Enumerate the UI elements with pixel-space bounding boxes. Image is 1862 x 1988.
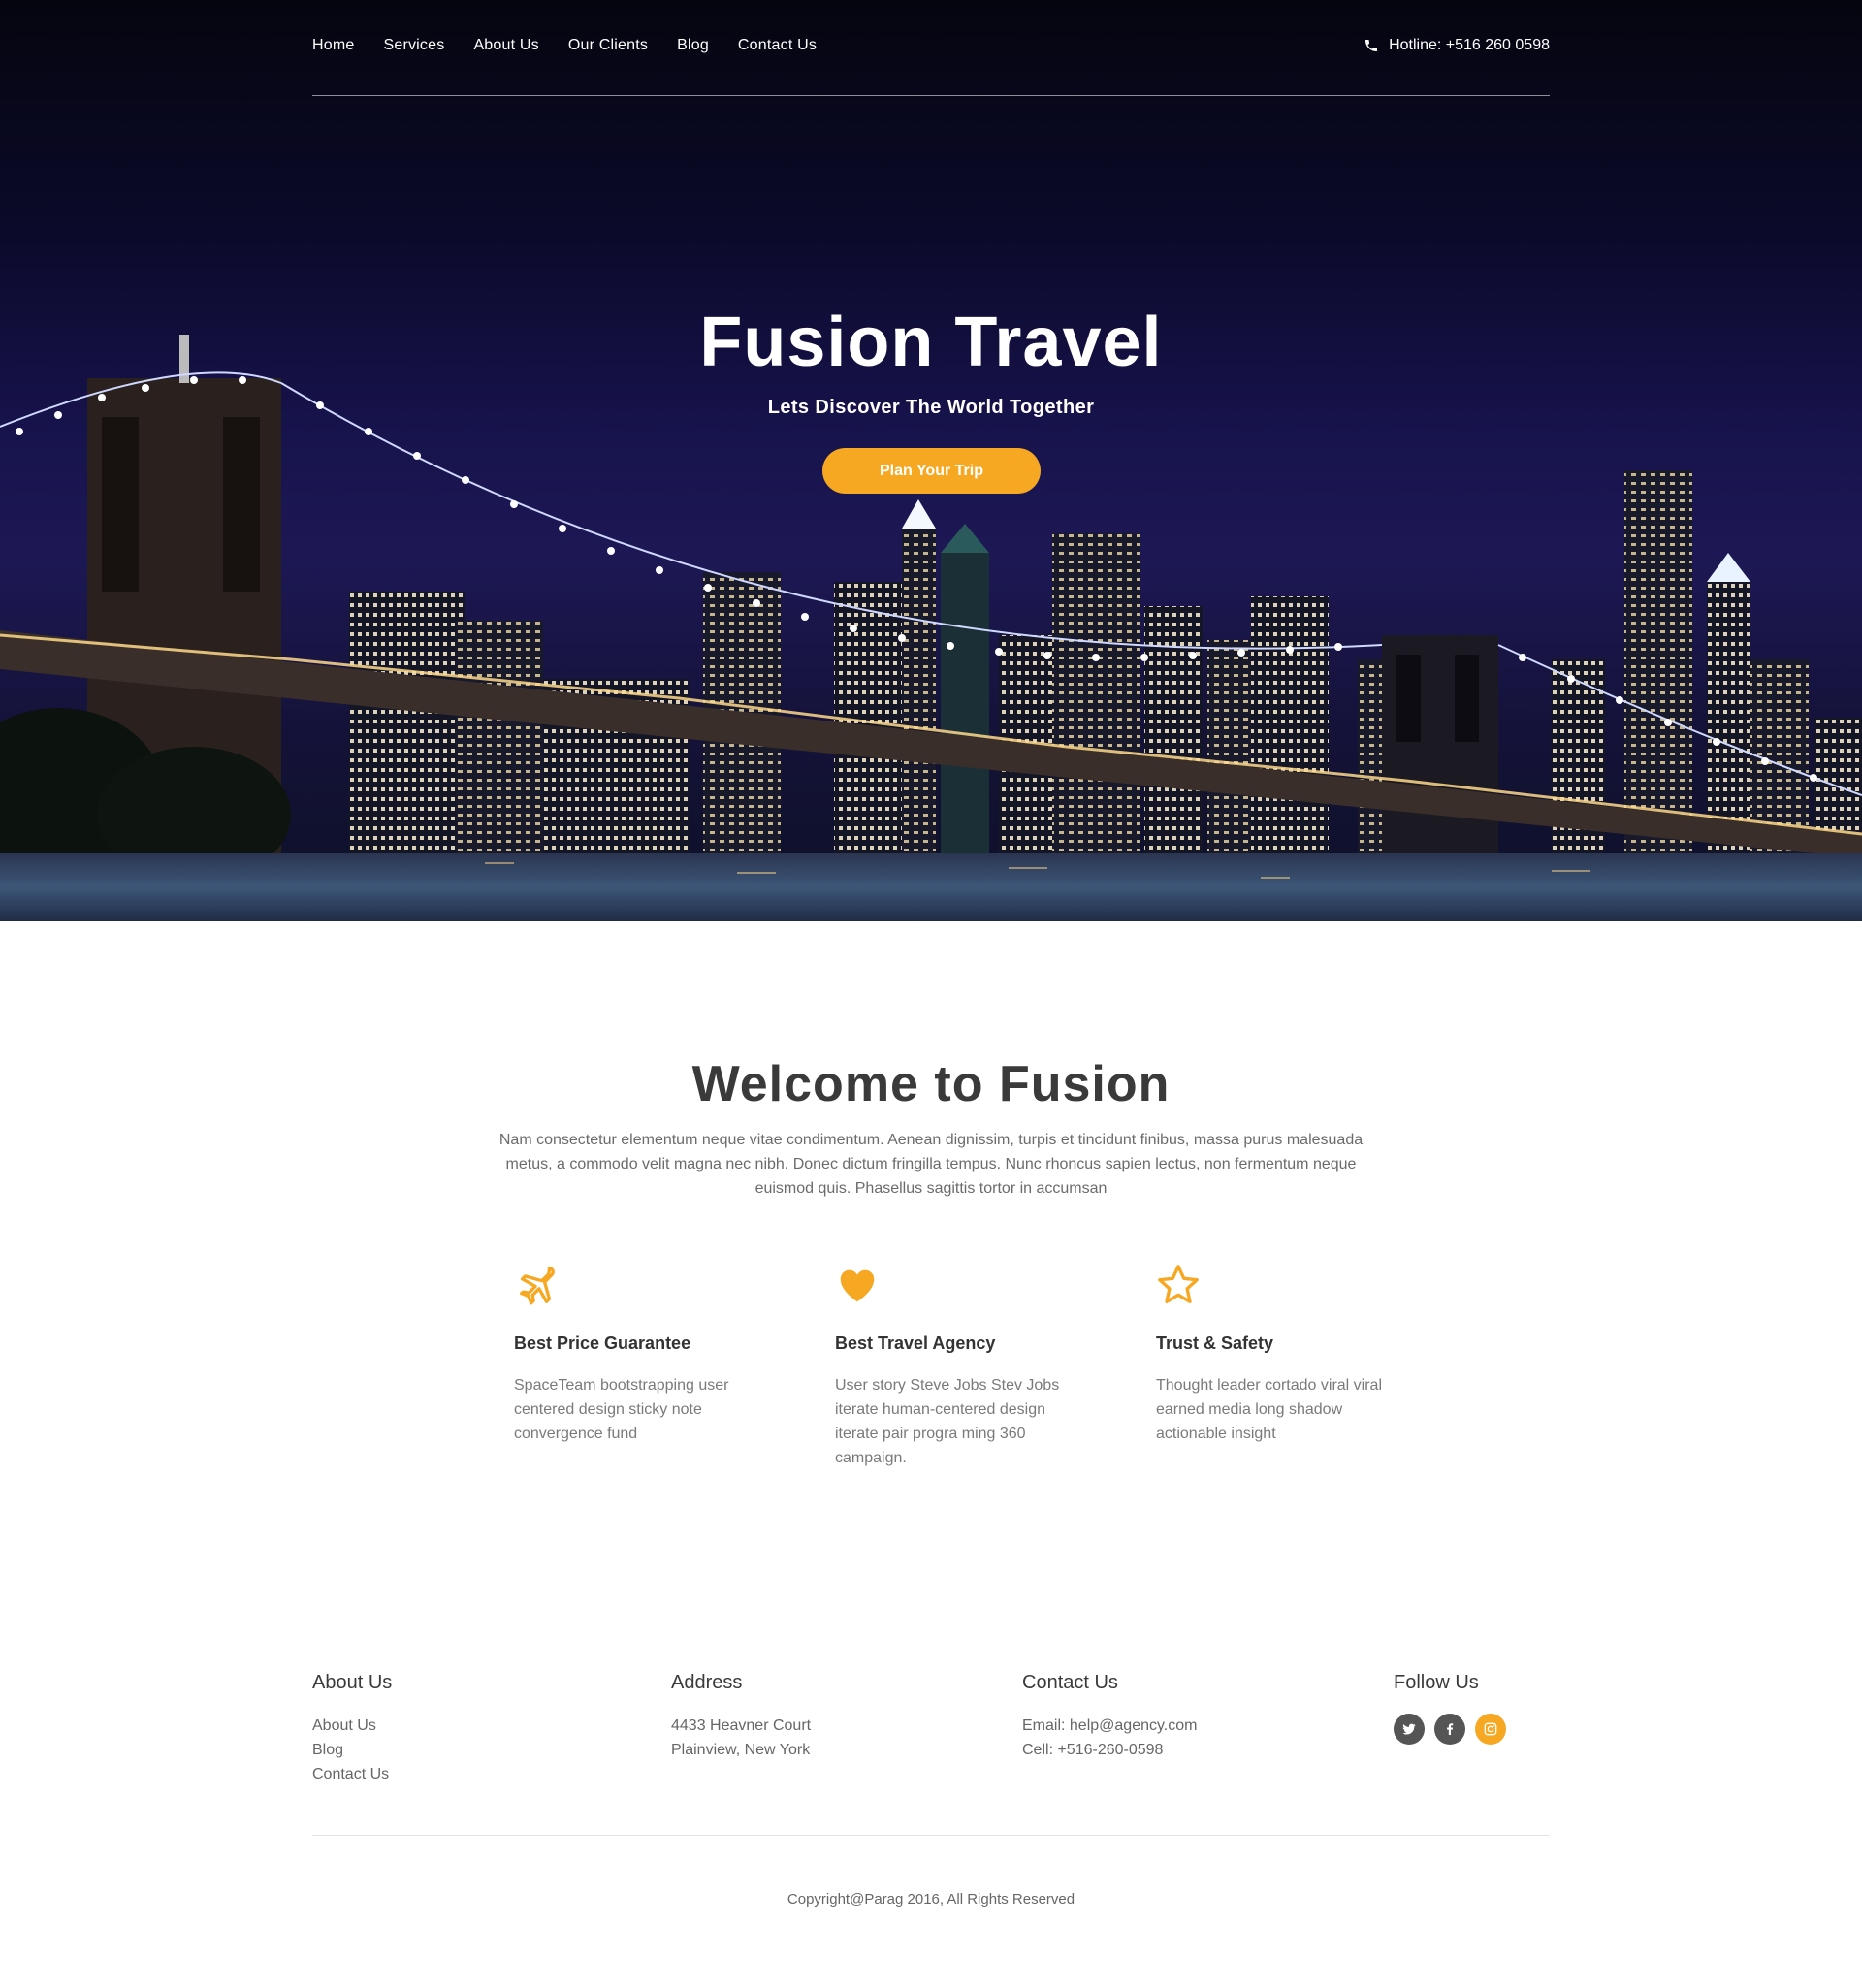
address-line: 4433 Heavner Court xyxy=(671,1717,812,1734)
footer-contact: Contact Us Email: help@agency.com Cell: … xyxy=(1022,1672,1197,1762)
nav-our-clients[interactable]: Our Clients xyxy=(568,37,648,54)
footer-divider xyxy=(312,1835,1550,1836)
top-navigation-bar: Home Services About Us Our Clients Blog … xyxy=(312,0,1550,96)
footer-address-title: Address xyxy=(671,1672,743,1693)
footer-link-contact-us[interactable]: Contact Us xyxy=(312,1766,389,1782)
main-nav: Home Services About Us Our Clients Blog … xyxy=(312,37,846,54)
footer-follow-title: Follow Us xyxy=(1394,1672,1479,1693)
copyright-text: Copyright@Parag 2016, All Rights Reserve… xyxy=(787,1891,1075,1908)
footer-about: About Us About Us Blog Contact Us xyxy=(312,1672,392,1786)
footer-address: Address 4433 Heavner Court Plainview, Ne… xyxy=(671,1672,811,1762)
hotline[interactable]: Hotline: +516 260 0598 xyxy=(1364,37,1550,54)
airplane-icon xyxy=(519,1267,555,1305)
footer-contact-title: Contact Us xyxy=(1022,1672,1118,1693)
nav-home[interactable]: Home xyxy=(312,37,354,54)
contact-email[interactable]: Email: help@agency.com xyxy=(1022,1714,1197,1738)
feature-text: User story Steve Jobs Stev Jobs iterate … xyxy=(835,1377,1060,1466)
plan-your-trip-button[interactable]: Plan Your Trip xyxy=(822,448,1041,494)
hero-subtitle: Lets Discover The World Together xyxy=(767,397,1095,418)
feature-trust-safety: Trust & Safety Thought leader cortado vi… xyxy=(1156,1263,1389,1446)
twitter-button[interactable] xyxy=(1394,1714,1425,1745)
footer-link-blog[interactable]: Blog xyxy=(312,1742,343,1758)
hotline-text: Hotline: +516 260 0598 xyxy=(1389,37,1550,53)
nav-services[interactable]: Services xyxy=(383,37,444,54)
phone-icon xyxy=(1365,40,1378,51)
contact-cell[interactable]: Cell: +516-260-0598 xyxy=(1022,1738,1197,1762)
footer-link-about-us[interactable]: About Us xyxy=(312,1717,376,1734)
feature-title: Best Price Guarantee xyxy=(514,1333,691,1353)
feature-text: Thought leader cortado viral viral earne… xyxy=(1156,1377,1383,1442)
footer-follow: Follow Us xyxy=(1394,1672,1506,1745)
instagram-icon xyxy=(1484,1722,1497,1736)
twitter-icon xyxy=(1402,1723,1416,1735)
feature-title: Best Travel Agency xyxy=(835,1333,996,1353)
star-icon xyxy=(1158,1265,1199,1303)
facebook-button[interactable] xyxy=(1434,1714,1465,1745)
address-line: Plainview, New York xyxy=(671,1742,811,1758)
nav-blog[interactable]: Blog xyxy=(677,37,709,54)
footer-about-title: About Us xyxy=(312,1672,393,1693)
feature-best-price: Best Price Guarantee SpaceTeam bootstrap… xyxy=(514,1263,747,1446)
social-links xyxy=(1394,1714,1506,1745)
heart-icon xyxy=(840,1269,875,1302)
feature-best-agency: Best Travel Agency User story Steve Jobs… xyxy=(835,1263,1068,1470)
instagram-button[interactable] xyxy=(1475,1714,1506,1745)
facebook-icon xyxy=(1447,1723,1454,1735)
feature-title: Trust & Safety xyxy=(1156,1333,1274,1353)
feature-text: SpaceTeam bootstrapping user centered de… xyxy=(514,1377,729,1442)
hero-banner: Home Services About Us Our Clients Blog … xyxy=(0,0,1862,921)
welcome-text: Nam consectetur elementum neque vitae co… xyxy=(498,1132,1364,1197)
welcome-title: Welcome to Fusion xyxy=(691,1056,1171,1112)
nav-about-us[interactable]: About Us xyxy=(473,37,538,54)
hero-title: Fusion Travel xyxy=(699,304,1163,381)
nav-contact-us[interactable]: Contact Us xyxy=(738,37,817,54)
